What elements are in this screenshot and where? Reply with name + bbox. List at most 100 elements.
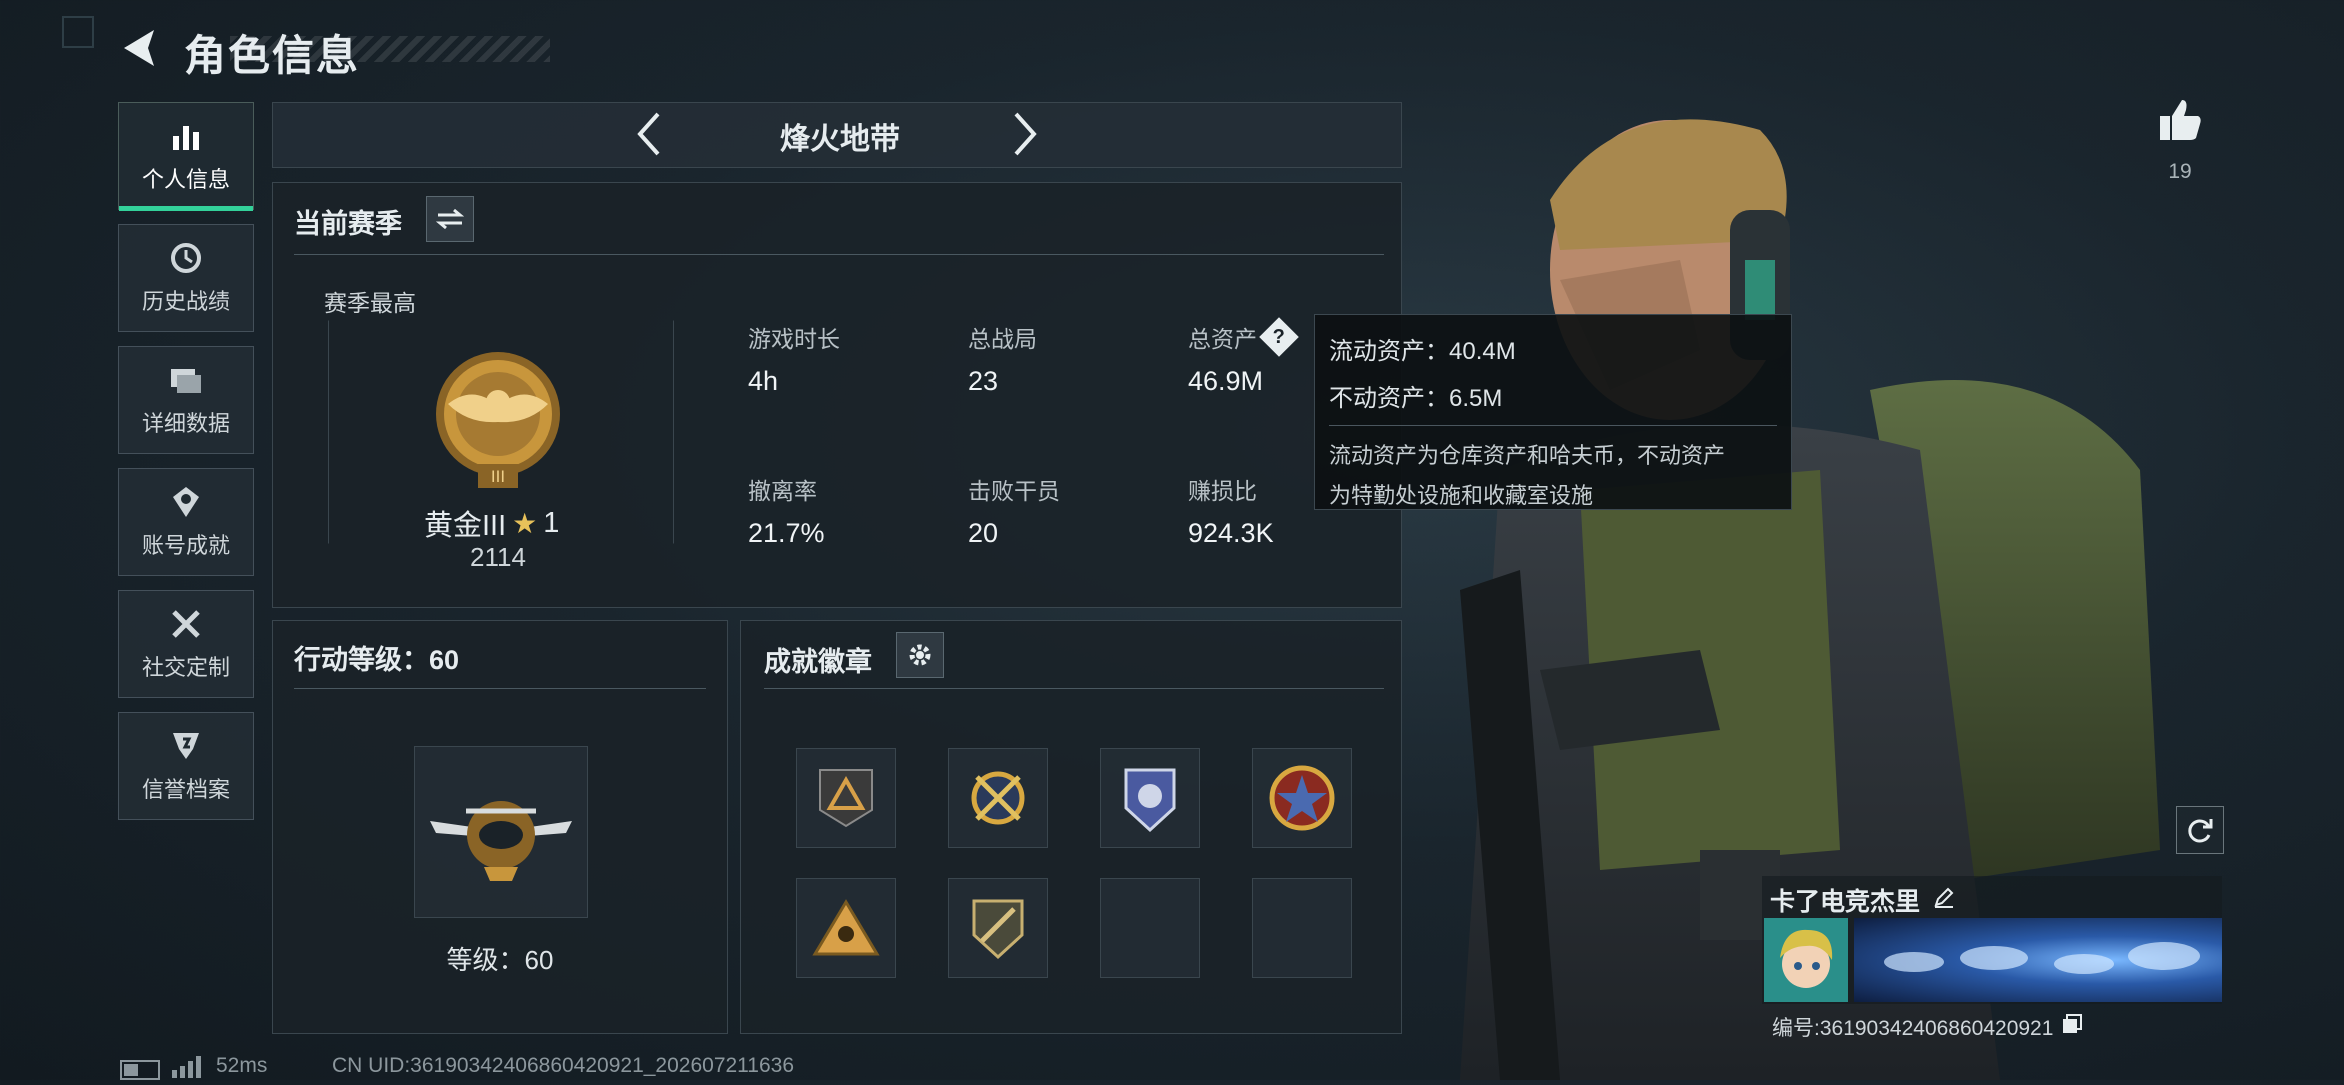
badge-slot-empty[interactable] <box>1100 878 1200 978</box>
swap-icon <box>435 208 465 230</box>
tools-icon <box>168 606 204 642</box>
sidebar-item-label: 详细数据 <box>141 411 230 436</box>
next-mode-button[interactable] <box>1008 110 1042 158</box>
stat-operators-defeated: 击败干员 20 <box>968 472 1060 549</box>
tooltip-note-line2: 为特勤处设施和收藏室设施 <box>1329 483 1594 508</box>
sidebar-item-label: 账号成就 <box>141 533 230 558</box>
badge-slot[interactable] <box>796 878 896 978</box>
action-level-divider <box>294 688 706 689</box>
ping-value: 52ms <box>216 1054 268 1077</box>
achievement-icon <box>168 484 204 520</box>
thumbs-up-icon <box>2160 100 2201 140</box>
badges-title: 成就徽章 <box>764 647 872 677</box>
rank-stars: 1 <box>543 506 560 539</box>
stat-label: 游戏时长 <box>748 326 840 352</box>
star-icon: ★ <box>512 507 538 539</box>
stat-extract-rate: 撤离率 21.7% <box>748 472 825 549</box>
season-divider <box>294 254 1384 255</box>
season-best-label: 赛季最高 <box>324 290 416 316</box>
tooltip-divider <box>1329 425 1777 426</box>
page-title: 角色信息 <box>184 32 361 79</box>
player-name-row: 卡了电竞杰里 <box>1770 882 1956 918</box>
player-id: 编号:3619034240686042092​1 <box>1772 1017 2054 1040</box>
triangle-badge-icon <box>819 769 873 828</box>
season-title: 当前赛季 <box>294 209 402 239</box>
like-count: 19 <box>2168 160 2192 183</box>
rank-name: 黄金III <box>424 510 507 542</box>
stat-label: 赚损比 <box>1188 478 1257 504</box>
battery-icon <box>120 1060 160 1080</box>
rank-medal-icon: III <box>428 344 568 494</box>
like-button[interactable] <box>2156 96 2204 144</box>
badges-divider <box>764 688 1384 689</box>
stat-label: 总战局 <box>968 326 1037 352</box>
player-id-row: 编号:3619034240686042092​1 <box>1772 1012 2083 1042</box>
stat-play-time: 游戏时长 4h <box>748 320 840 397</box>
history-icon <box>168 240 204 276</box>
signal-icon <box>170 1056 204 1083</box>
rotate-character-button[interactable] <box>2176 806 2224 854</box>
action-level-title: 行动等级：60 <box>294 645 460 675</box>
police-badge-icon <box>1124 768 1176 833</box>
refresh-icon <box>2188 819 2213 843</box>
player-banner <box>1854 918 2222 1002</box>
stat-label: 击败干员 <box>968 478 1060 504</box>
sidebar-item-details[interactable]: 详细数据 <box>118 346 254 454</box>
sidebar-item-social[interactable]: 社交定制 <box>118 590 254 698</box>
sidebar-item-personal-info[interactable]: 个人信息 <box>118 102 254 211</box>
tooltip-fixed-assets: 不动资产：6.5M <box>1329 385 1503 412</box>
uid-text: CN UID:36190342406860420921_202607211636 <box>332 1054 795 1077</box>
warning-badge-icon <box>812 899 880 956</box>
shield-knife-badge-icon <box>972 899 1024 960</box>
mode-label: 烽火地带 <box>780 123 900 156</box>
stat-value: 46.9M <box>1188 366 1264 396</box>
rank-name-row: 黄金III ★ 1 <box>424 502 584 544</box>
stat-total-matches: 总战局 23 <box>968 320 1037 397</box>
badge-slot[interactable] <box>948 878 1048 978</box>
switch-season-button[interactable] <box>426 196 474 242</box>
rank-score: 2114 <box>470 542 526 572</box>
sidebar-item-label: 个人信息 <box>141 167 230 192</box>
badge-slot[interactable] <box>1100 748 1200 848</box>
player-name: 卡了电竞杰里 <box>1770 888 1921 916</box>
stat-value: 924.3K <box>1188 518 1274 548</box>
back-arrow-icon[interactable] <box>118 26 162 70</box>
badge-slot[interactable] <box>948 748 1048 848</box>
sidebar-item-label: 历史战绩 <box>141 289 230 314</box>
gear-icon <box>909 644 931 666</box>
sidebar-item-history[interactable]: 历史战绩 <box>118 224 254 332</box>
badge-slot[interactable] <box>1252 748 1352 848</box>
shield-icon <box>168 728 204 764</box>
stat-value: 23 <box>968 366 999 396</box>
folder-icon <box>168 362 204 398</box>
corner-marker <box>62 16 94 48</box>
copy-icon[interactable] <box>2061 1013 2083 1041</box>
sidebar-item-achievements[interactable]: 账号成就 <box>118 468 254 576</box>
bar-chart-icon <box>168 118 204 154</box>
stat-value: 4h <box>748 366 779 396</box>
edit-icon[interactable] <box>1932 885 1956 916</box>
crossed-rifles-badge-icon <box>971 771 1025 825</box>
stat-profit-ratio: 赚损比 924.3K <box>1188 472 1274 549</box>
assets-tooltip: 流动资产：40.4M 不动资产：6.5M 流动资产为仓库资产和哈夫币，不动资产 … <box>1314 314 1792 510</box>
svg-text:III: III <box>491 467 505 486</box>
badge-slot[interactable] <box>796 748 896 848</box>
action-level-emblem <box>414 746 588 918</box>
stat-label: 总资产 <box>1188 326 1257 352</box>
tooltip-liquid-assets: 流动资产：40.4M <box>1329 338 1516 365</box>
action-level-label: 等级：60 <box>446 945 554 975</box>
helicopter-emblem-icon <box>430 801 572 881</box>
sidebar-item-label: 信誉档案 <box>141 777 230 802</box>
stat-label: 撤离率 <box>748 478 817 504</box>
badge-slot-empty[interactable] <box>1252 878 1352 978</box>
prev-mode-button[interactable] <box>632 110 666 158</box>
star-medal-badge-icon <box>1269 765 1335 831</box>
tooltip-note-line1: 流动资产为仓库资产和哈夫币，不动资产 <box>1329 443 1726 468</box>
stat-total-assets: 总资产 ? 46.9M <box>1188 317 1299 397</box>
stat-value: 21.7% <box>748 518 825 548</box>
sidebar-item-credit[interactable]: 信誉档案 <box>118 712 254 820</box>
stat-value: 20 <box>968 518 999 548</box>
avatar[interactable] <box>1764 918 1848 1002</box>
badge-settings-button[interactable] <box>896 632 944 678</box>
help-icon[interactable]: ? <box>1259 317 1299 357</box>
